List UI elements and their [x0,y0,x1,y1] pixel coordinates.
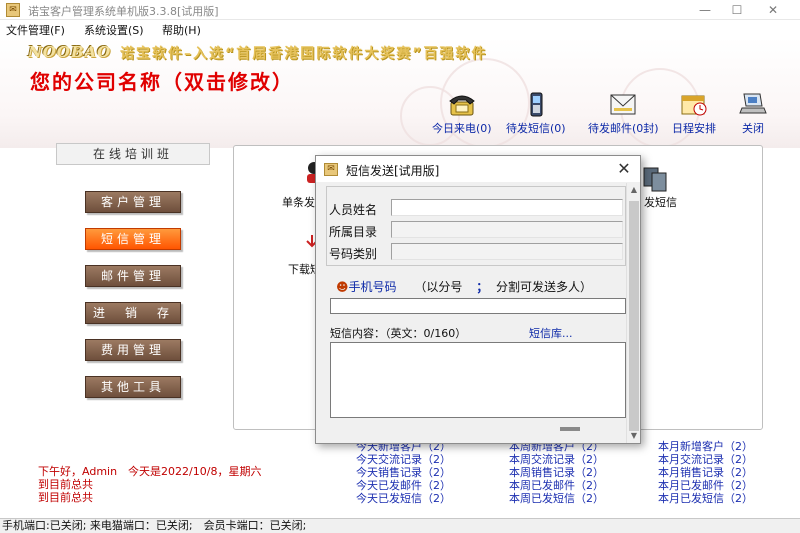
other-tools-button[interactable]: 其他工具 [85,376,181,398]
today-calls-button[interactable]: 今日来电(0) [432,90,492,136]
schedule-button[interactable]: 日程安排 [672,90,716,136]
total-to-date-1: 到目前总共 [38,478,93,491]
pending-sms-label: 待发短信(0) [506,122,566,135]
email-management-button[interactable]: 邮件管理 [85,265,181,287]
week-stats: 本周新增客户（2） 本周交流记录（2） 本周销售记录（2） 本周已发邮件（2） … [509,440,604,505]
dialog-title-bar[interactable]: ✉ 短信发送[试用版] ✕ [316,156,640,182]
today-stats: 今天新增客户（2） 今天交流记录（2） 今天销售记录（2） 今天已发邮件（2） … [356,440,451,505]
semicolon-separator: ； [476,280,489,294]
title-bar: ✉ 诺宝客户管理系统单机版3.3.8[试用版] — ☐ ✕ [0,0,800,20]
menu-help[interactable]: 帮助(H) [162,22,201,38]
dialog-title: 短信发送[试用版] [346,164,440,178]
number-type-label: 号码类别 [329,247,378,261]
company-name[interactable]: 您的公司名称（双击修改） [30,66,294,95]
group-sms-icon [643,167,667,192]
mobile-phone-icon [530,92,543,117]
scroll-up-icon[interactable]: ▲ [629,185,639,195]
week-sent-sms[interactable]: 本周已发短信（2） [509,492,604,505]
pending-mail-label: 待发邮件(0封) [588,122,659,135]
close-app-button[interactable]: 关闭 [738,90,768,136]
today-communication-records[interactable]: 今天交流记录（2） [356,453,451,466]
menu-bar: 文件管理(F) 系统设置(S) 帮助(H) [0,20,800,38]
phone-number-link[interactable]: 手机号码 [349,280,397,294]
greeting-block: 下午好，Admin 今天是2022/10/8，星期六 到目前总共 到目前总共 [38,465,261,504]
maximize-button[interactable]: ☐ [722,2,752,18]
month-sent-emails[interactable]: 本月已发邮件（2） [658,479,753,492]
today-sent-sms[interactable]: 今天已发短信（2） [356,492,451,505]
scroll-thumb[interactable] [629,201,639,431]
number-type-field[interactable] [391,243,623,260]
today-calls-label: 今日来电(0) [432,122,492,135]
week-sent-emails[interactable]: 本周已发邮件（2） [509,479,604,492]
sms-send-dialog: ✉ 短信发送[试用版] ✕ 人员姓名 所属目录 号码类别 ☻手机号码 （以分号 … [315,155,641,444]
month-sent-sms[interactable]: 本月已发短信（2） [658,492,753,505]
window-title: 诺宝客户管理系统单机版3.3.8[试用版] [28,5,219,18]
sms-content-textarea[interactable] [330,342,626,418]
single-send-item[interactable]: 单条发 [282,194,315,210]
greeting-text: 下午好，Admin 今天是2022/10/8，星期六 [38,465,262,478]
app-logo-icon: ✉ [324,163,338,176]
phone-number-input[interactable] [330,298,626,314]
pending-sms-button[interactable]: 待发短信(0) [506,90,566,136]
calendar-clock-icon [681,95,707,116]
directory-label: 所属目录 [329,225,378,239]
month-communication-records[interactable]: 本月交流记录（2） [658,453,753,466]
week-communication-records[interactable]: 本周交流记录（2） [509,453,604,466]
horizontal-scroll-thumb[interactable] [560,427,580,431]
brand-logo: NOOBAO [28,43,112,61]
today-sent-emails[interactable]: 今天已发邮件（2） [356,479,451,492]
recipient-info-group: 人员姓名 所属目录 号码类别 [326,186,626,266]
phone-hint: （以分号 [414,280,463,294]
inventory-button[interactable]: 进 销 存 [85,302,181,324]
online-training-button[interactable]: 在线培训班 [56,143,210,165]
name-label: 人员姓名 [329,203,378,217]
status-bar: 手机端口:已关闭; 来电猫端口：已关闭; 会员卡端口：已关闭; [0,518,800,533]
app-logo-icon: ✉ [6,3,20,17]
slogan: 诺宝软件–入选“首届香港国际软件大奖赛”百强软件 [120,46,488,62]
close-app-label: 关闭 [742,122,764,135]
schedule-label: 日程安排 [672,122,716,135]
month-stats: 本月新增客户（2） 本月交流记录（2） 本月销售记录（2） 本月已发邮件（2） … [658,440,753,505]
mail-icon [610,94,636,115]
sms-management-button[interactable]: 短信管理 [85,228,181,250]
expense-management-button[interactable]: 费用管理 [85,339,181,361]
month-sales-records[interactable]: 本月销售记录（2） [658,466,753,479]
close-window-button[interactable]: ✕ [758,2,788,18]
dialog-scrollbar[interactable]: ▲ ▼ [626,183,640,443]
week-sales-records[interactable]: 本周销售记录（2） [509,466,604,479]
pending-mail-button[interactable]: 待发邮件(0封) [588,90,659,136]
dialog-close-button[interactable]: ✕ [614,159,634,179]
phone-icon [448,95,475,116]
today-sales-records[interactable]: 今天销售记录（2） [356,466,451,479]
minimize-button[interactable]: — [690,2,720,18]
menu-file[interactable]: 文件管理(F) [6,22,65,38]
directory-field[interactable] [391,221,623,238]
sms-content-label: 短信内容：（英文：0/160） [330,327,467,340]
scroll-down-icon[interactable]: ▼ [629,431,639,441]
send-sms-item[interactable]: 发短信 [644,194,677,210]
month-new-customers[interactable]: 本月新增客户（2） [658,440,753,453]
phone-hint-2: 分割可发送多人） [496,280,593,294]
contacts-icon[interactable]: ☻ [336,280,349,294]
customer-management-button[interactable]: 客户管理 [85,191,181,213]
close-laptop-icon [739,93,767,114]
name-field[interactable] [391,199,623,216]
sms-library-link[interactable]: 短信库... [529,325,573,341]
phone-row: ☻手机号码 （以分号 ； 分割可发送多人） [336,278,592,295]
total-to-date-2: 到目前总共 [38,491,93,504]
menu-settings[interactable]: 系统设置(S) [84,22,144,38]
